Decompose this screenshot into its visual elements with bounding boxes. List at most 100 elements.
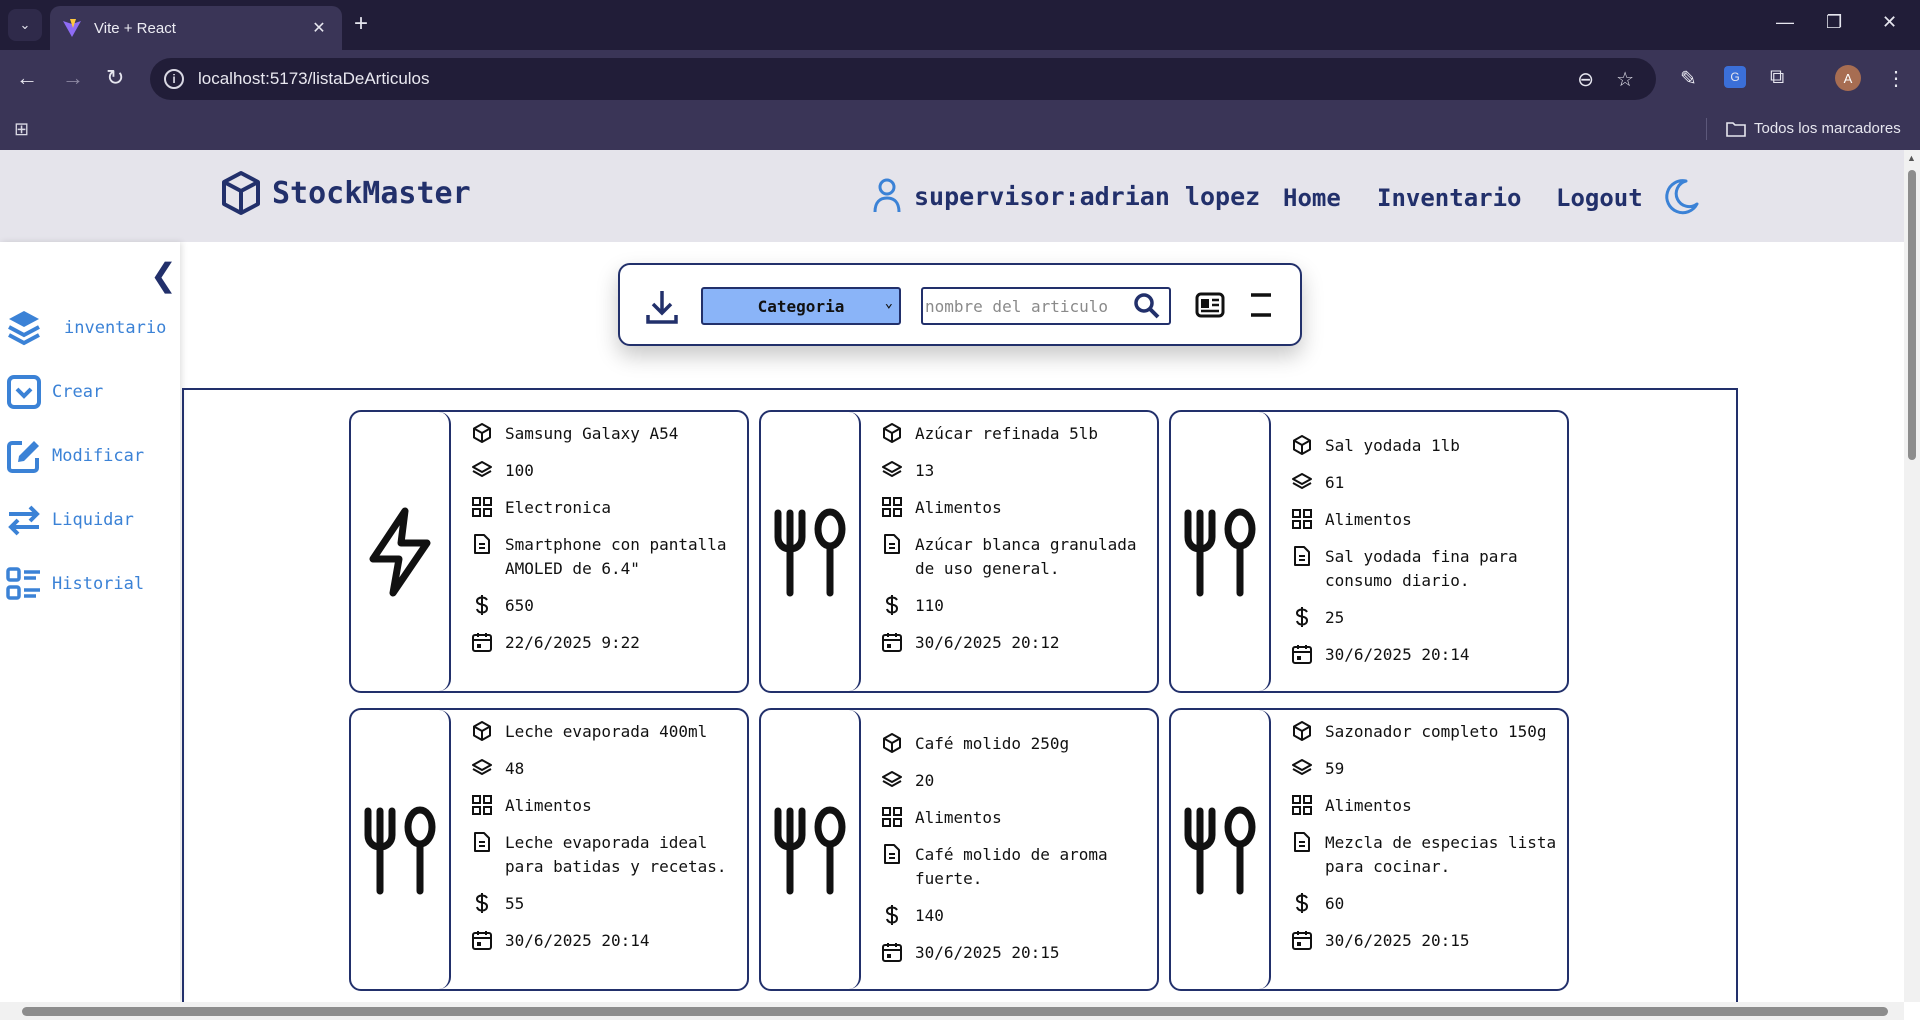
menu-icon[interactable] — [1248, 291, 1274, 319]
article-description-row: Mezcla de especias lista para cocinar. — [1291, 831, 1561, 879]
download-icon[interactable] — [644, 287, 680, 327]
dollar-icon — [471, 594, 493, 616]
nav-home-link[interactable]: Home — [1283, 184, 1341, 212]
article-price: 55 — [505, 894, 525, 913]
url-text[interactable]: localhost:5173/listaDeArticulos — [198, 69, 1577, 89]
filter-toolbar: Categoria ⌄ — [618, 263, 1302, 346]
article-card[interactable]: Leche evaporada 400ml 48 Alimentos Leche ev… — [349, 708, 749, 991]
site-info-icon[interactable]: i — [164, 69, 184, 89]
all-bookmarks-button[interactable]: Todos los marcadores — [1726, 120, 1901, 137]
article-date: 30/6/2025 20:15 — [1325, 931, 1470, 950]
eyedropper-icon[interactable]: ✎ — [1680, 66, 1697, 91]
category-icon — [881, 496, 903, 518]
box-icon — [1291, 720, 1313, 742]
article-card[interactable]: Sazonador completo 150g 59 Alimentos Mezcla… — [1169, 708, 1569, 991]
card-view-icon[interactable] — [1195, 291, 1225, 319]
horizontal-scroll-thumb[interactable] — [22, 1007, 1888, 1016]
article-description: Mezcla de especias lista para cocinar. — [1325, 833, 1557, 876]
apps-grid-icon[interactable]: ⊞ — [14, 119, 29, 140]
sidebar-item-liquidar[interactable]: Liquidar — [6, 502, 134, 538]
reload-icon[interactable]: ↻ — [106, 64, 124, 92]
moon-icon[interactable] — [1664, 178, 1700, 216]
article-name: Samsung Galaxy A54 — [505, 424, 679, 443]
dollar-icon — [881, 594, 903, 616]
browser-titlebar: ⌄ Vite + React ✕ + — ❐ ✕ — [0, 0, 1920, 50]
profile-avatar[interactable]: A — [1835, 65, 1861, 91]
article-price: 650 — [505, 596, 534, 615]
article-stock-row: 48 — [471, 757, 741, 781]
article-description: Azúcar blanca granulada de uso general. — [915, 535, 1137, 578]
category-icon — [1291, 794, 1313, 816]
browser-tab[interactable]: Vite + React ✕ — [50, 6, 342, 50]
stack-icon — [881, 769, 903, 791]
minimize-icon[interactable]: — — [1776, 12, 1794, 33]
article-name: Café molido 250g — [915, 734, 1070, 753]
transfer-icon — [8, 505, 40, 536]
article-stock: 100 — [505, 461, 534, 480]
calendar-icon — [471, 929, 493, 951]
stack-icon — [881, 459, 903, 481]
article-name: Azúcar refinada 5lb — [915, 424, 1099, 443]
translate-icon[interactable]: G — [1724, 66, 1746, 88]
nav-inventario-link[interactable]: Inventario — [1377, 184, 1522, 212]
article-name-row: Azúcar refinada 5lb — [881, 422, 1151, 446]
sidebar-item-label: Modificar — [52, 446, 145, 466]
stack-icon — [1291, 757, 1313, 779]
article-card[interactable]: Azúcar refinada 5lb 13 Alimentos Azúcar bla… — [759, 410, 1159, 693]
close-window-icon[interactable]: ✕ — [1882, 12, 1897, 33]
article-stock: 20 — [915, 771, 935, 790]
article-category: Electronica — [505, 498, 611, 517]
brand[interactable]: StockMaster — [220, 170, 471, 216]
browser-menu-icon[interactable]: ⋮ — [1886, 66, 1906, 91]
nav-logout-link[interactable]: Logout — [1556, 184, 1643, 212]
article-name: Sazonador completo 150g — [1325, 722, 1547, 741]
back-icon[interactable]: ← — [16, 64, 38, 92]
horizontal-scrollbar[interactable] — [0, 1002, 1904, 1020]
article-date-row: 22/6/2025 9:22 — [471, 631, 741, 655]
dollar-icon — [881, 904, 903, 926]
tab-close-icon[interactable]: ✕ — [308, 18, 330, 38]
article-price: 60 — [1325, 894, 1345, 913]
article-card[interactable]: Samsung Galaxy A54 100 Electronica Smartpho… — [349, 410, 749, 693]
scroll-up-icon[interactable]: ▲ — [1907, 153, 1916, 163]
address-bar[interactable]: i localhost:5173/listaDeArticulos ⊖ ☆ — [150, 58, 1656, 100]
article-card[interactable]: Café molido 250g 20 Alimentos Café molido d… — [759, 708, 1159, 991]
tab-search-button[interactable]: ⌄ — [8, 9, 42, 41]
article-description-row: Café molido de aroma fuerte. — [881, 843, 1151, 891]
fork-spoon-icon — [761, 412, 861, 691]
sidebar-collapse-icon[interactable]: ❮ — [150, 256, 177, 294]
article-category-row: Alimentos — [881, 806, 1151, 830]
article-details: Leche evaporada 400ml 48 Alimentos Leche ev… — [471, 720, 741, 966]
lightning-icon — [351, 412, 451, 691]
article-name-row: Sal yodada 1lb — [1291, 434, 1561, 458]
edit-icon — [7, 441, 39, 473]
restore-icon[interactable]: ❐ — [1826, 12, 1842, 33]
article-category: Alimentos — [505, 796, 592, 815]
vertical-scroll-thumb[interactable] — [1908, 170, 1916, 460]
forward-icon[interactable]: → — [62, 64, 84, 92]
folder-icon — [1726, 121, 1746, 137]
zoom-icon[interactable]: ⊖ — [1577, 67, 1594, 92]
extensions-icon[interactable]: ⧉ — [1770, 66, 1784, 89]
article-card[interactable]: Sal yodada 1lb 61 Alimentos Sal yodada fina… — [1169, 410, 1569, 693]
sidebar-item-historial[interactable]: Historial — [6, 566, 144, 602]
article-description-row: Sal yodada fina para consumo diario. — [1291, 545, 1561, 593]
search-input[interactable] — [923, 290, 1129, 322]
vertical-scrollbar[interactable]: ▲ — [1904, 150, 1920, 1002]
sidebar-item-inventario[interactable]: inventario — [6, 308, 166, 348]
category-select-value: Categoria — [757, 296, 845, 316]
article-date-row: 30/6/2025 20:12 — [881, 631, 1151, 655]
calendar-icon — [881, 941, 903, 963]
bookmark-star-icon[interactable]: ☆ — [1616, 67, 1634, 92]
stack-icon — [1291, 471, 1313, 493]
dollar-icon — [1291, 892, 1313, 914]
search-button[interactable] — [1129, 293, 1165, 319]
browser-navbar: ← → ↻ i localhost:5173/listaDeArticulos … — [0, 50, 1920, 108]
category-select[interactable]: Categoria ⌄ — [701, 287, 901, 325]
sidebar: ❮ inventario Crear Modificar Liquidar Hi… — [0, 242, 180, 1002]
articles-grid: Samsung Galaxy A54 100 Electronica Smartpho… — [182, 388, 1738, 1002]
cube-logo-icon — [222, 171, 260, 215]
new-tab-button[interactable]: + — [354, 12, 368, 36]
sidebar-item-modificar[interactable]: Modificar — [6, 438, 144, 474]
sidebar-item-crear[interactable]: Crear — [6, 374, 103, 410]
